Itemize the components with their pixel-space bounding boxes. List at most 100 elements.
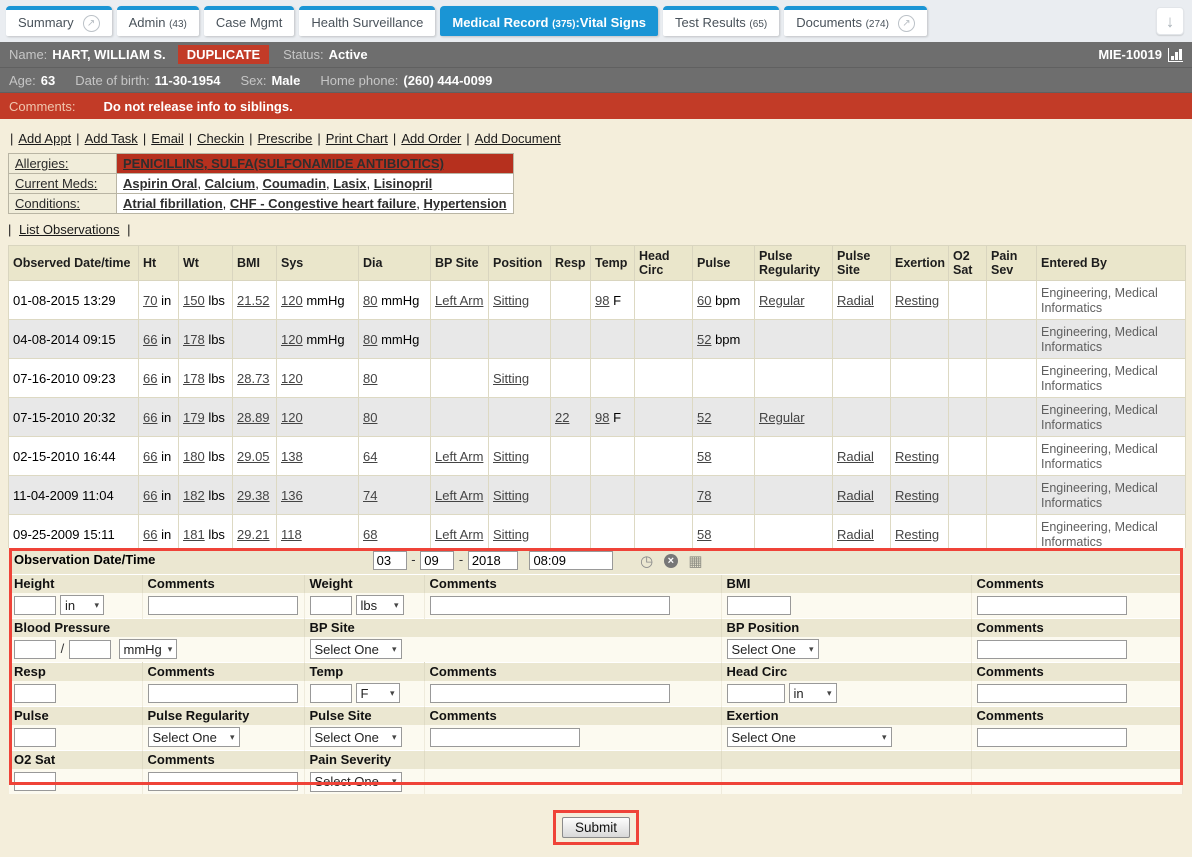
- obs-value-link[interactable]: Radial: [837, 293, 874, 308]
- action-link-prescribe[interactable]: Prescribe: [257, 131, 312, 146]
- temp-unit-select[interactable]: F▾: [356, 683, 400, 703]
- obs-value-link[interactable]: Radial: [837, 488, 874, 503]
- obs-value-link[interactable]: 52: [697, 332, 711, 347]
- bp-position-select[interactable]: Select One▾: [727, 639, 819, 659]
- obs-value-link[interactable]: 118: [281, 527, 302, 542]
- obs-value-link[interactable]: 98: [595, 410, 609, 425]
- obs-value-link[interactable]: Regular: [759, 410, 805, 425]
- pulse-site-select[interactable]: Select One▾: [310, 727, 402, 747]
- head-circ-unit-select[interactable]: in▾: [789, 683, 837, 703]
- action-link-add-appt[interactable]: Add Appt: [18, 131, 71, 146]
- tab-test-results[interactable]: Test Results (65): [663, 6, 779, 36]
- med-link[interactable]: Aspirin Oral: [123, 176, 197, 191]
- obs-value-link[interactable]: Sitting: [493, 449, 529, 464]
- list-observations-link[interactable]: List Observations: [19, 222, 119, 237]
- height-comments-input[interactable]: [148, 596, 298, 615]
- obs-value-link[interactable]: 80: [363, 371, 377, 386]
- obs-value-link[interactable]: 138: [281, 449, 303, 464]
- obs-value-link[interactable]: Left Arm: [435, 488, 483, 503]
- obs-value-link[interactable]: 178: [183, 371, 205, 386]
- clear-date-icon[interactable]: ×: [664, 554, 678, 568]
- calendar-icon[interactable]: ▦: [688, 552, 702, 570]
- action-link-checkin[interactable]: Checkin: [197, 131, 244, 146]
- obs-value-link[interactable]: 66: [143, 488, 157, 503]
- med-link[interactable]: Coumadin: [262, 176, 326, 191]
- temp-comments-input[interactable]: [430, 684, 670, 703]
- bp-site-select[interactable]: Select One▾: [310, 639, 402, 659]
- o2-sat-comments-input[interactable]: [148, 772, 298, 791]
- resp-comments-input[interactable]: [148, 684, 298, 703]
- obs-value-link[interactable]: Regular: [759, 293, 805, 308]
- obs-value-link[interactable]: 80: [363, 293, 377, 308]
- obs-value-link[interactable]: Resting: [895, 488, 939, 503]
- obs-value-link[interactable]: 120: [281, 371, 303, 386]
- weight-unit-select[interactable]: lbs▾: [356, 595, 404, 615]
- obs-value-link[interactable]: 29.05: [237, 449, 270, 464]
- action-link-add-document[interactable]: Add Document: [475, 131, 561, 146]
- height-input[interactable]: [14, 596, 56, 615]
- obs-value-link[interactable]: 70: [143, 293, 157, 308]
- obs-year-input[interactable]: [468, 551, 518, 570]
- condition-link[interactable]: CHF - Congestive heart failure: [230, 196, 416, 211]
- obs-value-link[interactable]: 178: [183, 332, 205, 347]
- resp-input[interactable]: [14, 684, 56, 703]
- obs-value-link[interactable]: Resting: [895, 293, 939, 308]
- obs-value-link[interactable]: Radial: [837, 527, 874, 542]
- popout-icon[interactable]: ↗: [898, 15, 915, 32]
- download-button[interactable]: ↓: [1156, 7, 1184, 35]
- o2-sat-input[interactable]: [14, 772, 56, 791]
- obs-value-link[interactable]: Resting: [895, 527, 939, 542]
- bp-comments-input[interactable]: [977, 640, 1127, 659]
- obs-value-link[interactable]: 78: [697, 488, 711, 503]
- obs-value-link[interactable]: 120: [281, 293, 303, 308]
- allergies-link[interactable]: Allergies:: [15, 156, 68, 171]
- obs-value-link[interactable]: 58: [697, 527, 711, 542]
- obs-value-link[interactable]: 120: [281, 410, 303, 425]
- action-link-add-task[interactable]: Add Task: [85, 131, 138, 146]
- head-circ-input[interactable]: [727, 684, 785, 703]
- obs-value-link[interactable]: 180: [183, 449, 205, 464]
- current-meds-link[interactable]: Current Meds:: [15, 176, 97, 191]
- obs-value-link[interactable]: Left Arm: [435, 293, 483, 308]
- pulse-regularity-select[interactable]: Select One▾: [148, 727, 240, 747]
- obs-value-link[interactable]: 150: [183, 293, 205, 308]
- height-unit-select[interactable]: in▾: [60, 595, 104, 615]
- med-link[interactable]: Calcium: [205, 176, 256, 191]
- obs-value-link[interactable]: Left Arm: [435, 449, 483, 464]
- obs-value-link[interactable]: 66: [143, 449, 157, 464]
- tab-documents[interactable]: Documents (274)↗: [784, 6, 927, 36]
- obs-day-input[interactable]: [420, 551, 454, 570]
- obs-value-link[interactable]: 64: [363, 449, 377, 464]
- head-circ-comments-input[interactable]: [977, 684, 1127, 703]
- weight-comments-input[interactable]: [430, 596, 670, 615]
- condition-link[interactable]: Hypertension: [424, 196, 507, 211]
- condition-link[interactable]: Atrial fibrillation: [123, 196, 223, 211]
- obs-value-link[interactable]: 60: [697, 293, 711, 308]
- obs-value-link[interactable]: Sitting: [493, 527, 529, 542]
- weight-input[interactable]: [310, 596, 352, 615]
- obs-value-link[interactable]: 66: [143, 410, 157, 425]
- tab-health-surveillance[interactable]: Health Surveillance: [299, 6, 435, 36]
- action-link-email[interactable]: Email: [151, 131, 184, 146]
- bmi-input[interactable]: [727, 596, 791, 615]
- obs-value-link[interactable]: 98: [595, 293, 609, 308]
- pulse-comments-input[interactable]: [430, 728, 580, 747]
- tab-summary[interactable]: Summary↗: [6, 6, 112, 36]
- obs-value-link[interactable]: 66: [143, 527, 157, 542]
- bp-systolic-input[interactable]: [14, 640, 56, 659]
- conditions-link[interactable]: Conditions:: [15, 196, 80, 211]
- obs-value-link[interactable]: 29.38: [237, 488, 270, 503]
- obs-value-link[interactable]: 80: [363, 332, 377, 347]
- obs-value-link[interactable]: Sitting: [493, 488, 529, 503]
- obs-value-link[interactable]: 68: [363, 527, 377, 542]
- pain-severity-select[interactable]: Select One▾: [310, 772, 402, 792]
- tab-case-mgmt[interactable]: Case Mgmt: [204, 6, 294, 36]
- obs-value-link[interactable]: Sitting: [493, 371, 529, 386]
- obs-value-link[interactable]: 80: [363, 410, 377, 425]
- tab-admin[interactable]: Admin (43): [117, 6, 199, 36]
- obs-value-link[interactable]: Resting: [895, 449, 939, 464]
- obs-value-link[interactable]: 120: [281, 332, 303, 347]
- exertion-select[interactable]: Select One▾: [727, 727, 892, 747]
- submit-button[interactable]: Submit: [562, 817, 630, 838]
- obs-value-link[interactable]: 179: [183, 410, 205, 425]
